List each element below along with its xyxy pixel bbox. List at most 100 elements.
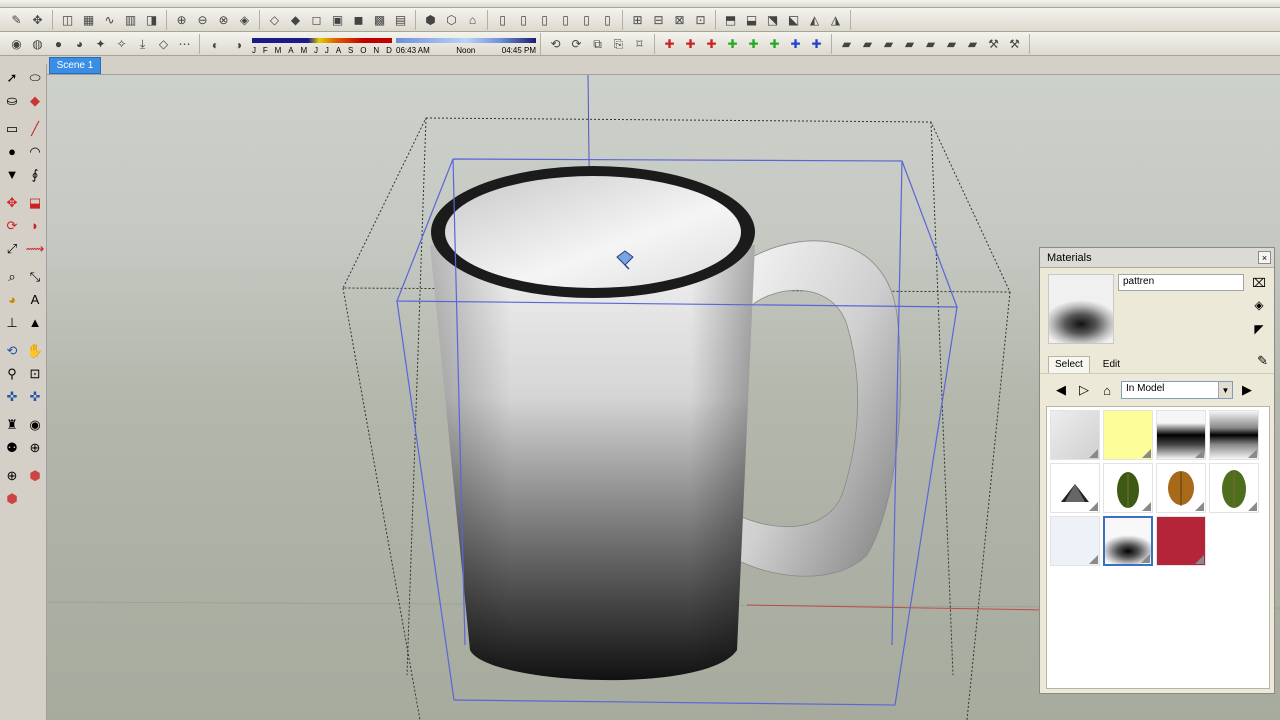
eraser-red-icon[interactable]: ◆ xyxy=(24,90,46,111)
push-pull-icon[interactable]: ⬓ xyxy=(24,192,46,213)
plugin-4-icon[interactable]: ⬕ xyxy=(784,10,803,29)
3d-text-icon[interactable]: ▲ xyxy=(24,312,46,333)
layer-1-icon[interactable]: ▯ xyxy=(493,10,512,29)
shadow-time-slider[interactable]: 06:43 AM Noon 04:45 PM xyxy=(396,35,536,55)
create-material-icon[interactable]: ◈ xyxy=(1250,296,1268,314)
paste-icon[interactable]: ⎘ xyxy=(609,34,628,53)
section-plane-tool-icon[interactable]: ⊕ xyxy=(24,437,46,458)
walk-icon[interactable]: ⚉ xyxy=(1,437,23,458)
extra-7-icon[interactable]: ▰ xyxy=(963,34,982,53)
stamp-icon[interactable]: ▥ xyxy=(121,10,140,29)
polygon-icon[interactable]: ▼ xyxy=(1,164,23,185)
plugin-2-icon[interactable]: ⬓ xyxy=(742,10,761,29)
sandbox-scratch-icon[interactable]: ▦ xyxy=(79,10,98,29)
arrow-green-2-icon[interactable]: ✚ xyxy=(744,34,763,53)
redo-history-icon[interactable]: ⟳ xyxy=(567,34,586,53)
swatch-brown-leaf[interactable] xyxy=(1156,463,1206,513)
rotate-icon[interactable]: ⟳ xyxy=(1,215,23,236)
layer-4-icon[interactable]: ▯ xyxy=(556,10,575,29)
extra-1-icon[interactable]: ▰ xyxy=(837,34,856,53)
dimension-icon[interactable]: ⤡ xyxy=(24,266,46,287)
iso-view-icon[interactable]: ⬢ xyxy=(421,10,440,29)
axes-icon[interactable]: ⊥ xyxy=(1,312,23,333)
diamond-icon[interactable]: ◇ xyxy=(154,34,173,53)
plugin-6-icon[interactable]: ◮ xyxy=(826,10,845,29)
zoom-extents-icon[interactable]: ✜ xyxy=(1,386,23,407)
swatch-light-blue[interactable] xyxy=(1050,516,1100,566)
smoove-icon[interactable]: ∿ xyxy=(100,10,119,29)
zoom-window-icon[interactable]: ⊡ xyxy=(24,363,46,384)
layer-3-icon[interactable]: ▯ xyxy=(535,10,554,29)
text-icon[interactable]: A xyxy=(24,289,46,310)
swatch-cone[interactable] xyxy=(1050,463,1100,513)
freehand-icon[interactable]: ∮ xyxy=(24,164,46,185)
select-icon[interactable]: ➚ xyxy=(1,67,23,88)
protractor-icon[interactable]: ◕ xyxy=(1,289,23,310)
swatch-green-leaf-2[interactable] xyxy=(1209,463,1259,513)
layer-2-icon[interactable]: ▯ xyxy=(514,10,533,29)
render-icon[interactable]: ✧ xyxy=(112,34,131,53)
plugin-5-icon[interactable]: ◭ xyxy=(805,10,824,29)
monochrome-icon[interactable]: ▤ xyxy=(391,10,410,29)
orbit-tool-icon[interactable]: ⟲ xyxy=(1,340,23,361)
plugin-1-icon[interactable]: ⬒ xyxy=(721,10,740,29)
collection-dropdown[interactable]: In Model ▼ xyxy=(1121,381,1233,399)
scale-icon[interactable]: ⤢ xyxy=(1,238,23,259)
sphere-blue-icon[interactable]: ◕ xyxy=(70,34,89,53)
more-icon[interactable]: ⋯ xyxy=(175,34,194,53)
tape-measure-icon[interactable]: ⌕ xyxy=(1,266,23,287)
arrow-red-1-icon[interactable]: ✚ xyxy=(660,34,679,53)
tag-icon[interactable]: ⌑ xyxy=(630,34,649,53)
section-plane-icon[interactable]: ⊞ xyxy=(628,10,647,29)
layer-6-icon[interactable]: ▯ xyxy=(598,10,617,29)
copy-icon[interactable]: ⧉ xyxy=(588,34,607,53)
extra-5-icon[interactable]: ▰ xyxy=(921,34,940,53)
tab-select[interactable]: Select xyxy=(1048,356,1090,373)
material-name-input[interactable]: pattren xyxy=(1118,274,1244,291)
plugin-3-icon[interactable]: ⬔ xyxy=(763,10,782,29)
union-icon[interactable]: ⊕ xyxy=(172,10,191,29)
swatch-pattren[interactable] xyxy=(1103,516,1153,566)
hidden-line-icon[interactable]: ▣ xyxy=(328,10,347,29)
swatch-grey[interactable] xyxy=(1050,410,1100,460)
swatch-green-leaf[interactable] xyxy=(1103,463,1153,513)
top-view-icon[interactable]: ⬡ xyxy=(442,10,461,29)
arrow-blue-1-icon[interactable]: ✚ xyxy=(786,34,805,53)
paint-bucket-icon[interactable]: ⛀ xyxy=(1,90,23,111)
layer-5-icon[interactable]: ▯ xyxy=(577,10,596,29)
sandbox-contours-icon[interactable]: ◫ xyxy=(58,10,77,29)
forward-arrow-icon[interactable]: ▷ xyxy=(1075,381,1093,399)
default-material-icon[interactable]: ◤ xyxy=(1250,320,1268,338)
move-tool-icon[interactable]: ✥ xyxy=(1,192,23,213)
position-camera-icon[interactable]: ♜ xyxy=(1,414,23,435)
line-icon[interactable]: ╱ xyxy=(24,118,46,139)
details-arrow-icon[interactable]: ▶ xyxy=(1238,381,1256,399)
warehouse-icon[interactable]: ⬢ xyxy=(24,465,46,486)
extra-6-icon[interactable]: ▰ xyxy=(942,34,961,53)
sphere-icon[interactable]: ● xyxy=(49,34,68,53)
arrow-down-icon[interactable]: ⤓ xyxy=(133,34,152,53)
circle-icon[interactable]: ● xyxy=(1,141,23,162)
extra-4-icon[interactable]: ▰ xyxy=(900,34,919,53)
drape-icon[interactable]: ◨ xyxy=(142,10,161,29)
back-arrow-icon[interactable]: ◀ xyxy=(1052,381,1070,399)
extra-3-icon[interactable]: ▰ xyxy=(879,34,898,53)
extra-9-icon[interactable]: ⚒ xyxy=(1005,34,1024,53)
xray-icon[interactable]: ◇ xyxy=(265,10,284,29)
eyedropper-icon[interactable]: ✎ xyxy=(1257,353,1268,369)
arrow-green-1-icon[interactable]: ✚ xyxy=(723,34,742,53)
orbit-icon[interactable]: ◉ xyxy=(7,34,26,53)
tab-edit[interactable]: Edit xyxy=(1096,356,1127,373)
undo-history-icon[interactable]: ⟲ xyxy=(546,34,565,53)
close-button[interactable]: × xyxy=(1258,251,1271,264)
home-icon[interactable]: ⌂ xyxy=(1098,381,1116,399)
eraser-icon[interactable]: ⬭ xyxy=(24,67,46,88)
arrow-red-2-icon[interactable]: ✚ xyxy=(681,34,700,53)
front-view-icon[interactable]: ⌂ xyxy=(463,10,482,29)
fog-toggle-icon[interactable]: ◑ xyxy=(229,36,248,55)
subtract-icon[interactable]: ⊖ xyxy=(193,10,212,29)
swatch-yellow[interactable] xyxy=(1103,410,1153,460)
shadow-toggle-icon[interactable]: ◐ xyxy=(206,36,225,55)
zoom-icon[interactable]: ⚲ xyxy=(1,363,23,384)
section-cut-icon[interactable]: ⊠ xyxy=(670,10,689,29)
